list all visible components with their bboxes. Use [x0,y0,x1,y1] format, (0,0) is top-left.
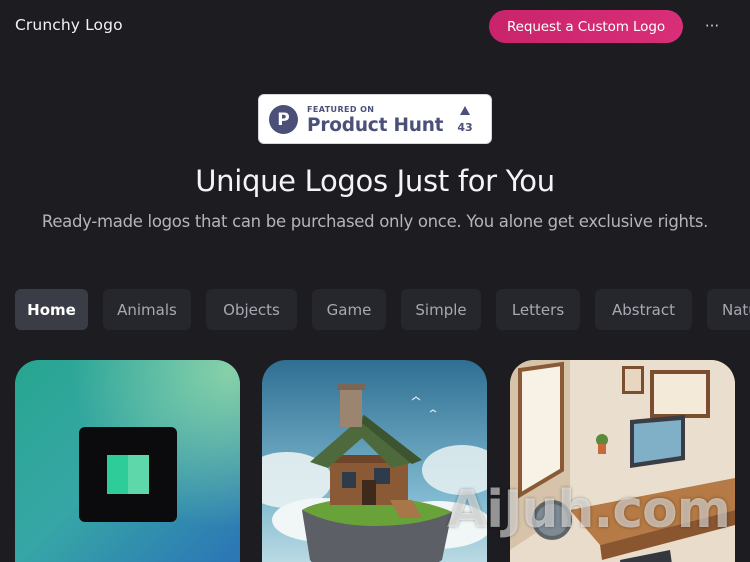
request-custom-logo-button[interactable]: Request a Custom Logo [489,10,683,43]
category-tabs: Home Animals Objects Game Simple Letters… [15,289,750,330]
gradient-square-logo-image [15,360,240,562]
tab-objects[interactable]: Objects [206,289,297,330]
tab-nature[interactable]: Nature [707,289,750,330]
upvote-count: 43 [457,121,473,134]
tab-letters[interactable]: Letters [496,289,580,330]
tab-abstract[interactable]: Abstract [595,289,692,330]
watermark-text: AiJuh.com [447,480,731,540]
page-title: Unique Logos Just for You [195,164,555,198]
brand-logo-text[interactable]: Crunchy Logo [15,16,123,34]
tab-home[interactable]: Home [15,289,88,330]
more-options-icon[interactable]: ··· [700,14,724,38]
product-hunt-featured-label: FEATURED ON [307,105,375,114]
upvote-arrow-icon [460,106,470,115]
page: Crunchy Logo Request a Custom Logo ··· P… [0,0,750,562]
tab-game[interactable]: Game [312,289,386,330]
product-hunt-icon: P [269,105,298,134]
product-hunt-badge[interactable]: P FEATURED ON Product Hunt 43 [258,94,492,144]
tab-animals[interactable]: Animals [103,289,191,330]
tab-simple[interactable]: Simple [401,289,481,330]
page-subtitle: Ready-made logos that can be purchased o… [41,212,709,231]
product-hunt-name: Product Hunt [307,115,444,136]
logo-card-gradient-square[interactable] [15,360,240,562]
